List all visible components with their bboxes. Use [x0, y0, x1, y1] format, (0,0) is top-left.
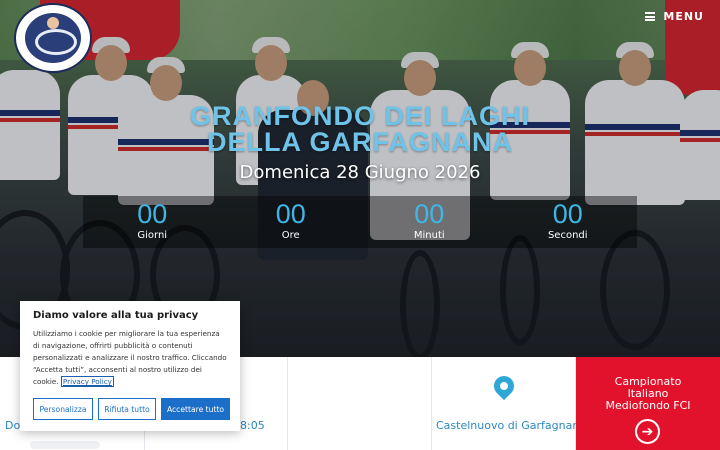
cookie-buttons: Personalizza Rifiuta tutto Accettare tut… — [33, 398, 230, 420]
accept-all-button[interactable]: Accettare tutto — [161, 398, 230, 420]
info-placeholder-line — [30, 441, 100, 449]
menu-button[interactable]: MENU — [645, 10, 704, 23]
event-title-line2: DELLA GARFAGNANA — [207, 127, 513, 157]
reject-all-button[interactable]: Rifiuta tutto — [98, 398, 156, 420]
info-cell-empty — [288, 357, 432, 450]
countdown-days: 00 Giorni — [83, 196, 222, 248]
countdown-label: Ore — [281, 230, 300, 241]
countdown-value: 00 — [275, 199, 306, 229]
countdown-value: 00 — [552, 199, 583, 229]
championship-card[interactable]: Campionato Italiano Mediofondo FCI ➔ — [576, 357, 720, 450]
cookie-body: Utilizziamo i cookie per migliorare la t… — [33, 328, 228, 388]
countdown-label: Giorni — [137, 230, 168, 241]
countdown-value: 00 — [414, 199, 445, 229]
privacy-policy-link[interactable]: Privacy Policy — [60, 376, 114, 387]
hamburger-icon — [645, 12, 656, 21]
customize-button[interactable]: Personalizza — [33, 398, 93, 420]
countdown-label: Minuti — [413, 230, 445, 241]
countdown-label: Secondi — [547, 230, 588, 241]
championship-label: Campionato Italiano Mediofondo FCI — [576, 376, 720, 412]
event-date: Domenica 28 Giugno 2026 — [239, 162, 481, 183]
countdown-seconds: 00 Secondi — [499, 196, 638, 248]
info-date-text: Do — [5, 419, 21, 432]
info-location-text: Castelnuovo di Garfagnana — [436, 419, 587, 432]
event-title-line1: GRANFONDO DEI LAGHI — [190, 101, 530, 131]
info-cell-location[interactable]: Castelnuovo di Garfagnana — [432, 357, 586, 450]
map-pin-icon — [489, 371, 519, 401]
countdown-minutes: 00 Minuti — [360, 196, 499, 248]
cyclist-logo-icon — [25, 13, 81, 63]
info-time-text: 8:05 — [240, 419, 265, 432]
countdown-hours: 00 Ore — [222, 196, 361, 248]
countdown-timer: 00 Giorni 00 Ore 00 Minuti 00 Secondi — [83, 196, 637, 248]
countdown-value: 00 — [137, 199, 168, 229]
menu-label: MENU — [663, 10, 704, 23]
championship-line3: Mediofondo FCI — [605, 399, 691, 412]
arrow-right-circle-icon[interactable]: ➔ — [635, 419, 660, 444]
granfondo-logo[interactable] — [14, 3, 92, 73]
cookie-title: Diamo valore alla tua privacy — [33, 310, 199, 321]
cookie-consent-banner: Diamo valore alla tua privacy Utilizziam… — [20, 301, 240, 431]
